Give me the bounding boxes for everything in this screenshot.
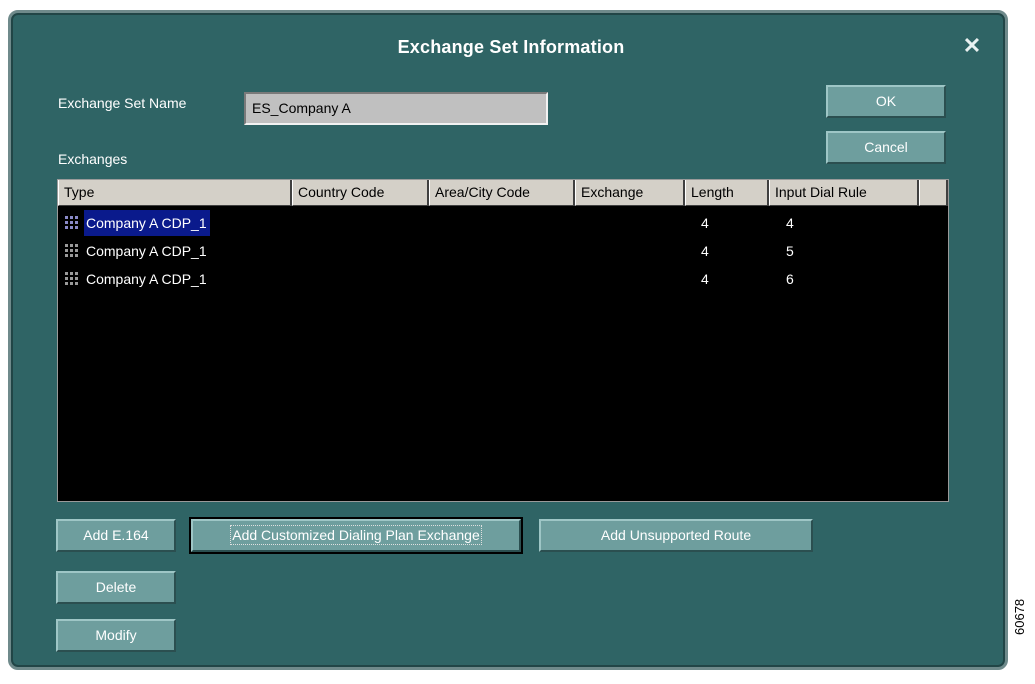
modify-button[interactable]: Modify — [56, 619, 176, 652]
table-row[interactable]: Company A CDP_1 4 5 — [58, 238, 948, 264]
cell-type: Company A CDP_1 — [86, 271, 207, 287]
add-customized-dialing-plan-label: Add Customized Dialing Plan Exchange — [230, 525, 482, 545]
cell-input-dial-rule: 5 — [786, 243, 794, 259]
grid-keypad-icon — [65, 216, 78, 229]
column-header-area-city-code[interactable]: Area/City Code — [429, 180, 575, 206]
exchange-set-name-label: Exchange Set Name — [58, 95, 187, 111]
exchange-set-dialog: Exchange Set Information ✕ Exchange Set … — [8, 10, 1008, 670]
column-header-exchange[interactable]: Exchange — [575, 180, 685, 206]
cell-length: 4 — [701, 215, 709, 231]
grid-keypad-icon — [65, 272, 78, 285]
delete-button[interactable]: Delete — [56, 571, 176, 604]
cell-length: 4 — [701, 243, 709, 259]
table-row[interactable]: Company A CDP_1 4 4 — [58, 210, 948, 236]
cell-length: 4 — [701, 271, 709, 287]
column-header-type[interactable]: Type — [58, 180, 292, 206]
table-header: Type Country Code Area/City Code Exchang… — [58, 180, 948, 206]
add-unsupported-route-button[interactable]: Add Unsupported Route — [539, 519, 813, 552]
cancel-button[interactable]: Cancel — [826, 131, 946, 164]
exchanges-label: Exchanges — [58, 151, 128, 167]
exchanges-table[interactable]: Type Country Code Area/City Code Exchang… — [57, 179, 949, 502]
column-header-input-dial-rule[interactable]: Input Dial Rule — [769, 180, 919, 206]
cell-input-dial-rule: 4 — [786, 215, 794, 231]
exchange-set-name-field[interactable]: ES_Company A — [244, 92, 548, 125]
ok-button[interactable]: OK — [826, 85, 946, 118]
column-header-length[interactable]: Length — [685, 180, 769, 206]
add-e164-button[interactable]: Add E.164 — [56, 519, 176, 552]
column-header-filler — [919, 180, 948, 206]
add-customized-dialing-plan-button[interactable]: Add Customized Dialing Plan Exchange — [189, 517, 523, 554]
dialog-title: Exchange Set Information — [397, 37, 625, 57]
close-icon[interactable]: ✕ — [961, 35, 983, 57]
cell-type: Company A CDP_1 — [84, 210, 210, 236]
cell-type: Company A CDP_1 — [86, 243, 207, 259]
grid-keypad-icon — [65, 244, 78, 257]
table-row[interactable]: Company A CDP_1 4 6 — [58, 266, 948, 292]
cell-input-dial-rule: 6 — [786, 271, 794, 287]
column-header-country-code[interactable]: Country Code — [292, 180, 429, 206]
figure-id-label: 60678 — [1012, 598, 1027, 635]
